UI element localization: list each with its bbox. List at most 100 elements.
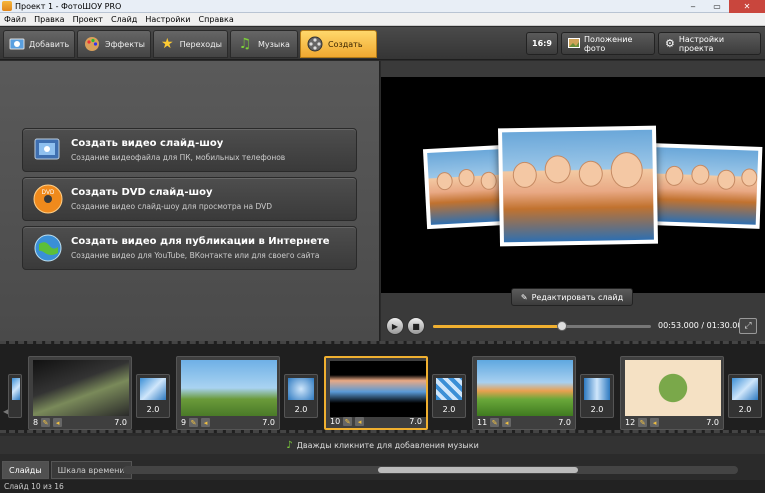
slide-thumbnail[interactable]: 11 ✎ ◂ 7.0 [472,356,576,430]
transition-duration: 2.0 [738,405,752,414]
edit-icon[interactable]: ✎ [41,418,51,427]
status-text: Слайд 10 из 16 [4,482,64,491]
menu-project[interactable]: Проект [69,15,107,24]
sound-icon[interactable]: ◂ [502,418,512,427]
transition-thumbnail[interactable]: 2.0 [136,374,170,418]
create-dvd-slideshow-button[interactable]: DVD Создать DVD слайд-шоу Создание видео… [22,177,357,221]
tab-create-label: Создать [328,39,363,49]
fullscreen-button[interactable]: ⤢ [739,318,757,334]
edit-slide-button[interactable]: ✎ Редактировать слайд [511,288,633,306]
slide-duration: 7.0 [114,418,127,427]
photo-position-button[interactable]: Положение фото [561,32,655,55]
video-file-icon [31,133,65,167]
aspect-ratio-button[interactable]: 16:9 [526,32,558,55]
create-video-slideshow-button[interactable]: Создать видео слайд-шоу Создание видеофа… [22,128,357,172]
timecode: 00:53.000 / 01:30.000 [658,321,748,330]
slide-number: 8 [33,418,39,427]
slide-duration: 7.0 [558,418,571,427]
transition-thumbnail[interactable]: 2.0 [580,374,614,418]
add-photo-icon [9,35,25,53]
preview-photo-left [422,144,510,230]
sound-icon[interactable]: ◂ [355,417,365,426]
edit-icon[interactable]: ✎ [490,418,500,427]
app-logo-icon [2,1,12,11]
slide-number: 11 [477,418,488,427]
slide-duration: 7.0 [409,417,422,426]
tab-add[interactable]: Добавить [3,30,75,58]
menu-file[interactable]: Файл [0,15,30,24]
scrollbar-thumb[interactable] [378,467,578,473]
transition-partial-left[interactable] [8,374,22,418]
menu-settings[interactable]: Настройки [141,15,194,24]
transition-duration: 2.0 [294,405,308,414]
sound-icon[interactable]: ◂ [201,418,211,427]
preview-panel: ✎ Редактировать слайд ▶ ■ 00:53.000 / 01… [381,61,765,341]
slide-thumbnail[interactable]: 12 ✎ ◂ 7.0 [620,356,724,430]
transition-thumbnail[interactable]: 2.0 [432,374,466,418]
create-web-video-button[interactable]: Создать видео для публикации в Интернете… [22,226,357,270]
sound-icon[interactable]: ◂ [53,418,63,427]
stop-button[interactable]: ■ [407,317,425,335]
action-subtitle: Создание видеофайла для ПК, мобильных те… [71,153,286,162]
menu-slide[interactable]: Слайд [107,15,141,24]
edit-icon[interactable]: ✎ [343,417,353,426]
gear-icon: ⚙ [665,37,675,50]
aspect-ratio-label: 16:9 [532,39,552,48]
globe-icon [31,231,65,265]
tab-add-label: Добавить [29,39,70,49]
main-toolbar: Добавить Эффекты ★ Переходы ♫ Музыка Соз… [0,27,765,60]
project-settings-button[interactable]: ⚙ Настройки проекта [658,32,761,55]
project-settings-label: Настройки проекта [678,34,725,53]
edit-icon[interactable]: ✎ [189,418,199,427]
menu-edit[interactable]: Правка [30,15,68,24]
menu-help[interactable]: Справка [195,15,238,24]
slide-number: 9 [181,418,187,427]
fullscreen-icon: ⤢ [744,321,752,331]
star-icon: ★ [161,36,174,52]
transition-duration: 2.0 [146,405,160,414]
window-title: Проект 1 - ФотоШОУ PRO [15,1,122,11]
pencil-icon: ✎ [520,292,528,302]
action-title: Создать видео слайд-шоу [71,138,224,149]
timeline-thumb[interactable] [556,321,567,331]
music-note-icon: ♫ [238,36,252,52]
tab-music-label: Музыка [258,39,290,49]
create-panel: Создать видео слайд-шоу Создание видеофа… [0,61,380,341]
photo-position-label: Положение фото [584,34,633,53]
transition-thumbnail[interactable]: 2.0 [728,374,762,418]
tab-timeline[interactable]: Шкала времени [50,461,132,479]
slide-thumbnail[interactable]: 9 ✎ ◂ 7.0 [176,356,280,430]
sound-icon[interactable]: ◂ [650,418,660,427]
action-subtitle: Создание видео для YouTube, ВКонтакте ил… [71,251,320,260]
title-bar: Проект 1 - ФотоШОУ PRO ‒ ▭ ✕ [0,0,765,13]
play-button[interactable]: ▶ [386,317,404,335]
minimize-button[interactable]: ‒ [681,0,705,13]
music-track-row[interactable]: ♪ Дважды кликните для добавления музыки [0,436,765,454]
close-button[interactable]: ✕ [729,0,765,13]
transition-thumbnail[interactable]: 2.0 [284,374,318,418]
edit-icon[interactable]: ✎ [638,418,648,427]
tab-music[interactable]: ♫ Музыка [230,30,298,58]
edit-slide-label: Редактировать слайд [531,292,624,302]
filmstrip-scrollbar[interactable] [123,466,738,474]
status-bar: Слайд 10 из 16 [0,480,765,493]
timeline-slider[interactable] [433,321,651,331]
preview-screen [381,77,765,293]
timeline-progress [433,325,562,328]
tab-transitions[interactable]: ★ Переходы [153,30,228,58]
tab-slides[interactable]: Слайды [2,461,49,479]
music-hint: Дважды кликните для добавления музыки [296,440,479,450]
playback-controls: ▶ ■ 00:53.000 / 01:30.000 ⤢ [381,311,765,341]
maximize-button[interactable]: ▭ [705,0,729,13]
tab-transitions-label: Переходы [179,39,222,49]
window-controls: ‒ ▭ ✕ [681,0,765,13]
slide-duration: 7.0 [262,418,275,427]
tab-effects[interactable]: Эффекты [77,30,151,58]
slide-thumbnail-selected[interactable]: 10 ✎ ◂ 7.0 [324,356,428,430]
transition-duration: 2.0 [442,405,456,414]
slide-thumbnail[interactable]: 8 ✎ ◂ 7.0 [28,356,132,430]
slides-filmstrip: ◀ ▶ 8 ✎ ◂ 7.0 2.0 9 ✎ ◂ 7.0 2.0 10 ✎ ◂ 7… [0,341,765,433]
photo-position-icon [568,37,580,50]
tab-create[interactable]: Создать [300,30,377,58]
slide-duration: 7.0 [706,418,719,427]
